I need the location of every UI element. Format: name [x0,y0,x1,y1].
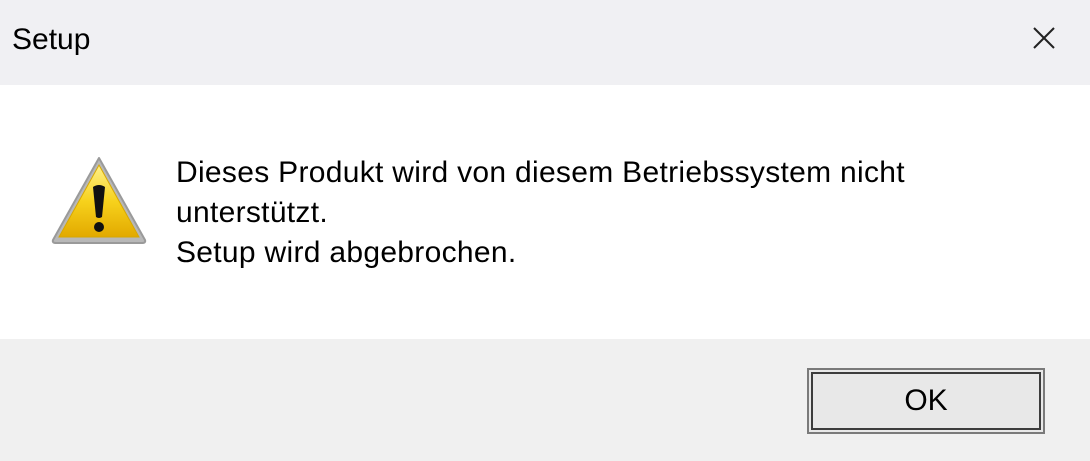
message-text: Dieses Produkt wird von diesem Betriebss… [176,153,1056,273]
close-button[interactable] [998,0,1090,76]
close-icon [1033,27,1055,49]
window-title: Setup [12,23,91,56]
warning-icon [51,157,147,244]
message-line: Dieses Produkt wird von diesem Betriebss… [176,156,905,189]
message-line: Setup wird abgebrochen. [176,236,517,269]
message-box-window: Setup Dieses Produkt wird von diesem Bet… [0,0,1090,461]
title-bar[interactable]: Setup [0,0,1090,85]
message-line: unterstützt. [176,196,329,229]
button-bar: OK [0,339,1090,461]
ok-button[interactable]: OK [807,368,1045,434]
message-content: Dieses Produkt wird von diesem Betriebss… [0,85,1090,339]
